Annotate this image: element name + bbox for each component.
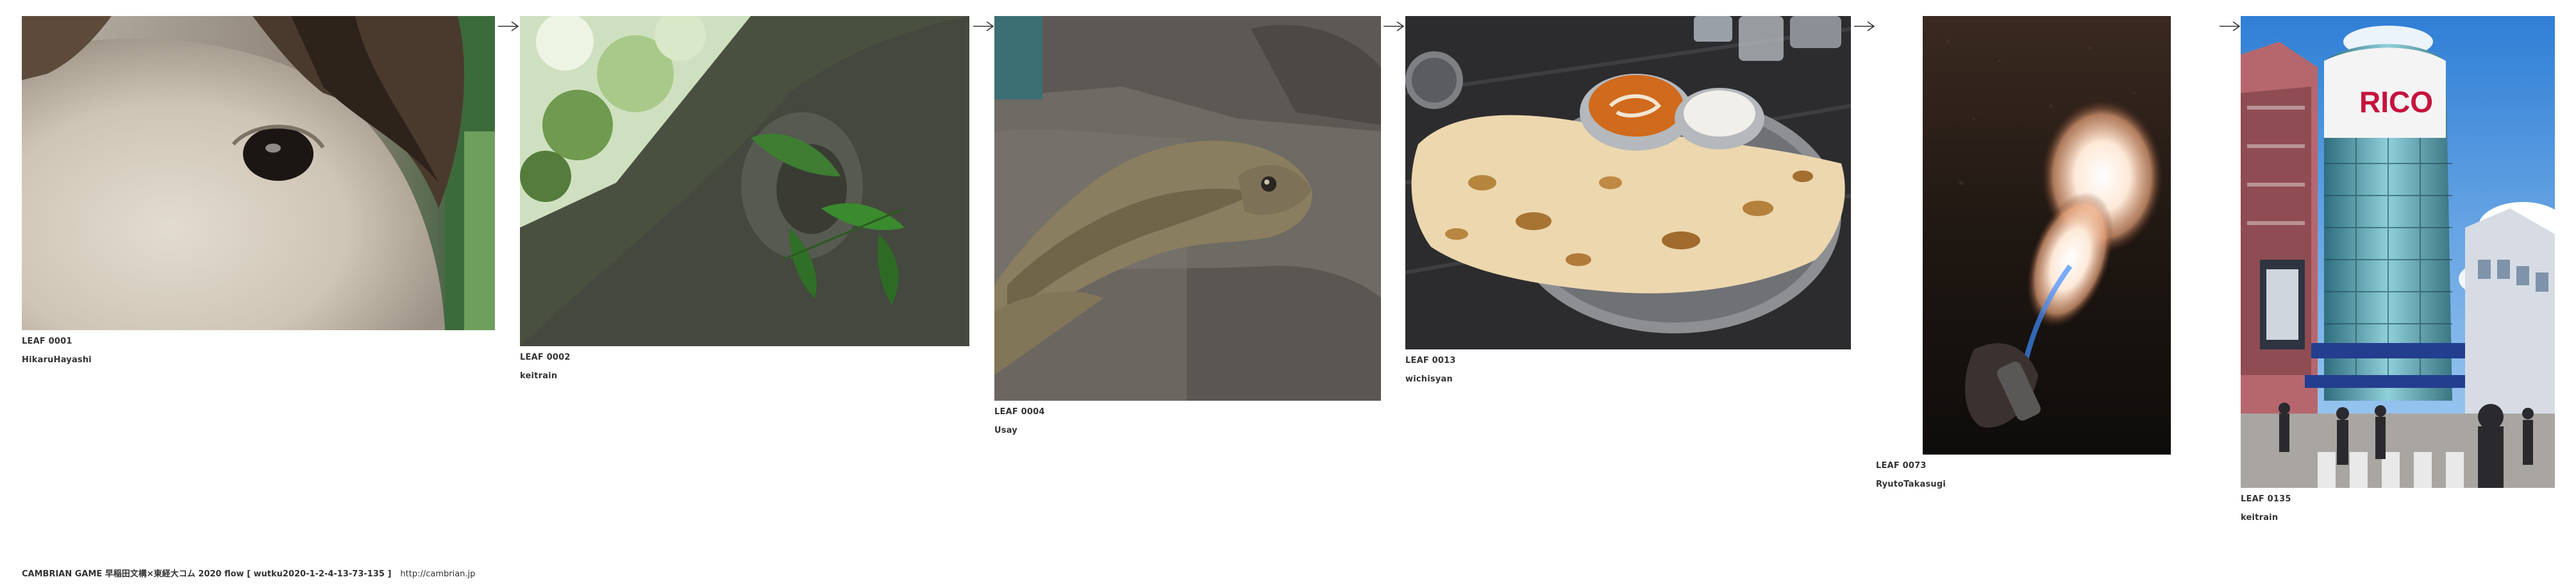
leaf-photo-naan[interactable] <box>1405 16 1851 349</box>
leaf-label: LEAF 0001 <box>22 337 72 346</box>
leaf-author[interactable]: HikaruHayashi <box>22 355 92 365</box>
arrow-right-icon <box>498 21 519 31</box>
svg-text:RICO: RICO <box>2359 85 2433 119</box>
leaf-author[interactable]: RyutoTakasugi <box>1876 480 1946 490</box>
footer-text: CAMBRIAN GAME 早稲田文構×東経大コム 2020 flow [ wu… <box>22 569 392 579</box>
leaf-label: LEAF 0073 <box>1876 461 1927 471</box>
leaf-label: LEAF 0013 <box>1405 356 1456 365</box>
leaf-photo-flame[interactable] <box>1923 16 2171 455</box>
leaf-author[interactable]: Usay <box>994 426 1017 436</box>
leaf-label: LEAF 0135 <box>2241 494 2291 504</box>
leaf-photo-building[interactable]: RICO <box>2241 16 2555 488</box>
leaf-author[interactable]: wichisyan <box>1405 374 1453 385</box>
leaf-author[interactable]: keitrain <box>520 371 557 381</box>
arrow-right-icon <box>1383 21 1405 31</box>
leaf-photo-lizard[interactable] <box>994 16 1381 401</box>
footer-link[interactable]: http://cambrian.jp <box>400 569 475 579</box>
arrow-right-icon <box>973 21 994 31</box>
arrow-right-icon <box>1853 21 1875 31</box>
leaf-label: LEAF 0002 <box>520 353 571 362</box>
leaf-photo-horse[interactable] <box>22 16 495 330</box>
footer: CAMBRIAN GAME 早稲田文構×東経大コム 2020 flow [ wu… <box>22 567 475 579</box>
leaf-author[interactable]: keitrain <box>2241 513 2278 523</box>
leaf-label: LEAF 0004 <box>994 407 1045 417</box>
arrow-right-icon <box>2219 21 2241 31</box>
leaf-photo-tree[interactable] <box>520 16 969 346</box>
